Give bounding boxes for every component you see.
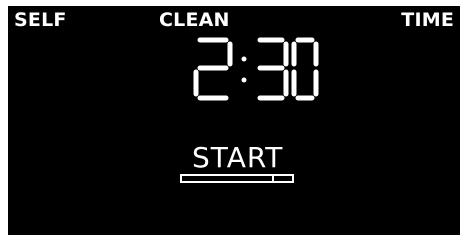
progress-marker <box>272 176 274 181</box>
clean-label: CLEAN <box>159 9 230 31</box>
seven-segment-time <box>193 37 319 101</box>
oven-display-panel: SELF CLEAN TIME START <box>8 6 460 235</box>
digit-hours <box>193 37 233 101</box>
colon-separator <box>241 56 247 83</box>
digit-minutes-ones <box>291 37 319 101</box>
digit-minutes-tens <box>257 37 289 101</box>
start-label: START <box>192 141 284 174</box>
self-label: SELF <box>14 9 67 31</box>
clock-readout <box>188 32 323 111</box>
progress-bar <box>180 174 294 183</box>
time-label: TIME <box>401 9 454 31</box>
